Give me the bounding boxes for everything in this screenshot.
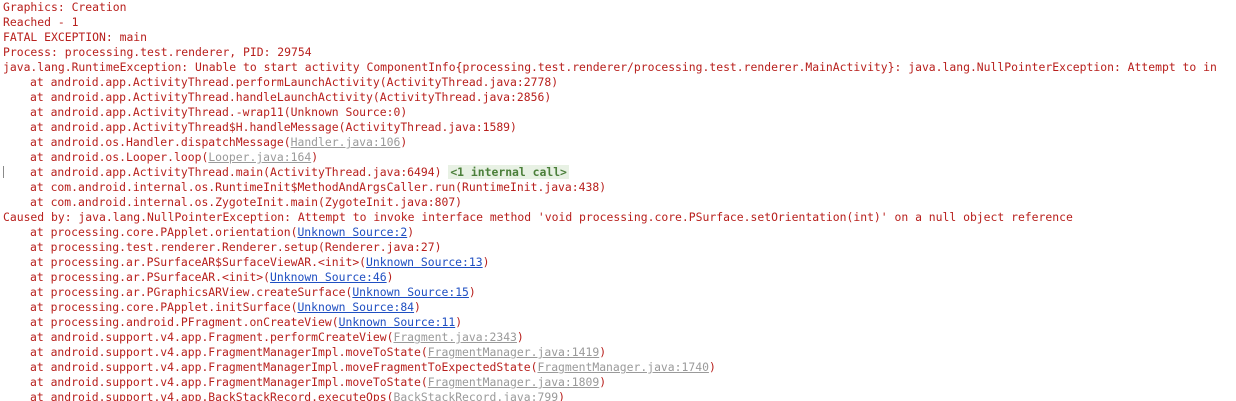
stack-frame-line: at android.support.v4.app.FragmentManage… [0,345,1236,360]
source-link[interactable]: Unknown Source:84 [297,300,414,314]
frame-text: at processing.ar.PSurfaceAR.<init>( [30,270,271,284]
source-link[interactable]: Handler.java:106 [291,135,401,149]
source-link[interactable]: FragmentManager.java:1809 [428,375,599,389]
frame-text-close: ) [482,255,490,269]
frame-text: at com.android.internal.os.ZygoteInit.ma… [30,195,463,209]
frame-text: at android.support.v4.app.BackStackRecor… [30,390,394,401]
frame-text: at android.app.ActivityThread.handleLaun… [30,90,552,104]
log-line: Caused by: java.lang.NullPointerExceptio… [0,210,1236,225]
log-line: Graphics: Creation [0,0,1236,15]
log-line: FATAL EXCEPTION: main [0,30,1236,45]
source-link[interactable]: Unknown Source:15 [352,285,469,299]
frame-text-close: ) [386,270,394,284]
frame-text-close: ) [407,225,415,239]
source-link[interactable]: Fragment.java:2343 [393,330,516,344]
frame-text-close: ) [599,375,607,389]
frame-text: at processing.android.PFragment.onCreate… [30,315,339,329]
stack-frame-line: at android.os.Looper.loop(Looper.java:16… [0,150,1236,165]
stack-frame-line: at processing.ar.PGraphicsARView.createS… [0,285,1236,300]
frame-text: at android.support.v4.app.FragmentManage… [30,345,428,359]
log-text: FATAL EXCEPTION: main [3,30,148,44]
frame-text-close: ) [516,330,524,344]
frame-text: at com.android.internal.os.RuntimeInit$M… [30,180,607,194]
frame-text-close: ) [311,150,319,164]
log-text: Process: processing.test.renderer, PID: … [3,45,312,59]
frame-text: at android.app.ActivityThread.main(Activ… [30,165,449,179]
stack-frame-line: at android.app.ActivityThread$H.handleMe… [0,120,1236,135]
stack-frame-line: at com.android.internal.os.RuntimeInit$M… [0,180,1236,195]
source-link[interactable]: Unknown Source:46 [270,270,387,284]
stack-frame-line: at processing.ar.PSurfaceAR$SurfaceViewA… [0,255,1236,270]
stack-frame-line: at android.app.ActivityThread.handleLaun… [0,90,1236,105]
log-text: Reached - 1 [3,15,79,29]
log-text: java.lang.RuntimeException: Unable to st… [3,60,1217,74]
frame-text: at android.os.Handler.dispatchMessage( [30,135,291,149]
log-text: Caused by: java.lang.NullPointerExceptio… [3,210,1073,224]
log-line: Process: processing.test.renderer, PID: … [0,45,1236,60]
frame-text: at android.app.ActivityThread$H.handleMe… [30,120,517,134]
source-link[interactable]: Unknown Source:2 [297,225,407,239]
stack-frame-line: at android.support.v4.app.FragmentManage… [0,360,1236,375]
frame-text: at android.app.ActivityThread.-wrap11(Un… [30,105,408,119]
stack-frame-line: at android.support.v4.app.Fragment.perfo… [0,330,1236,345]
stack-frame-line: at processing.core.PApplet.orientation(U… [0,225,1236,240]
frame-text-close: ) [414,300,421,314]
stack-frame-line: at processing.ar.PSurfaceAR.<init>(Unkno… [0,270,1236,285]
internal-calls-folding[interactable]: <1 internal call> [448,165,569,179]
stack-frame-line: at processing.test.renderer.Renderer.set… [0,240,1236,255]
stack-frame-line: at android.app.ActivityThread.performLau… [0,75,1236,90]
frame-text: at processing.core.PApplet.initSurface( [30,300,298,314]
frame-text-close: ) [468,285,476,299]
logcat-output: Graphics: Creation Reached - 1 FATAL EXCEP… [0,0,1236,401]
frame-text-close: ) [558,390,565,401]
fold-gutter-marker[interactable] [3,166,4,178]
stack-frame-line: at android.app.ActivityThread.main(Activ… [0,165,1236,180]
source-link[interactable]: Looper.java:164 [208,150,311,164]
stack-frame-line: at android.support.v4.app.BackStackRecor… [0,390,1236,401]
stack-frame-line: at processing.core.PApplet.initSurface(U… [0,300,1236,315]
frame-text: at android.os.Looper.loop( [30,150,209,164]
frame-text: at processing.core.PApplet.orientation( [30,225,298,239]
frame-text: at processing.ar.PSurfaceAR$SurfaceViewA… [30,255,367,269]
stack-frame-line: at com.android.internal.os.ZygoteInit.ma… [0,195,1236,210]
log-line: Reached - 1 [0,15,1236,30]
source-link[interactable]: Unknown Source:13 [366,255,483,269]
frame-text: at android.support.v4.app.Fragment.perfo… [30,330,394,344]
stack-frame-line: at android.os.Handler.dispatchMessage(Ha… [0,135,1236,150]
stack-frame-line: at android.support.v4.app.FragmentManage… [0,375,1236,390]
frame-text: at processing.test.renderer.Renderer.set… [30,240,442,254]
stack-frame-line: at processing.android.PFragment.onCreate… [0,315,1236,330]
frame-text-close: ) [708,360,716,374]
source-link[interactable]: Unknown Source:11 [339,315,456,329]
stack-frame-line: at android.app.ActivityThread.-wrap11(Un… [0,105,1236,120]
frame-text: at processing.ar.PGraphicsARView.createS… [30,285,353,299]
frame-text-close: ) [599,345,607,359]
frame-text: at android.app.ActivityThread.performLau… [30,75,559,89]
frame-text-close: ) [400,135,408,149]
frame-text-close: ) [455,315,463,329]
source-link[interactable]: BackStackRecord.java:799 [393,390,558,401]
source-link[interactable]: FragmentManager.java:1740 [537,360,708,374]
frame-text: at android.support.v4.app.FragmentManage… [30,360,538,374]
log-line: java.lang.RuntimeException: Unable to st… [0,60,1236,75]
log-text: Graphics: Creation [3,0,127,14]
source-link[interactable]: FragmentManager.java:1419 [428,345,599,359]
frame-text: at android.support.v4.app.FragmentManage… [30,375,428,389]
